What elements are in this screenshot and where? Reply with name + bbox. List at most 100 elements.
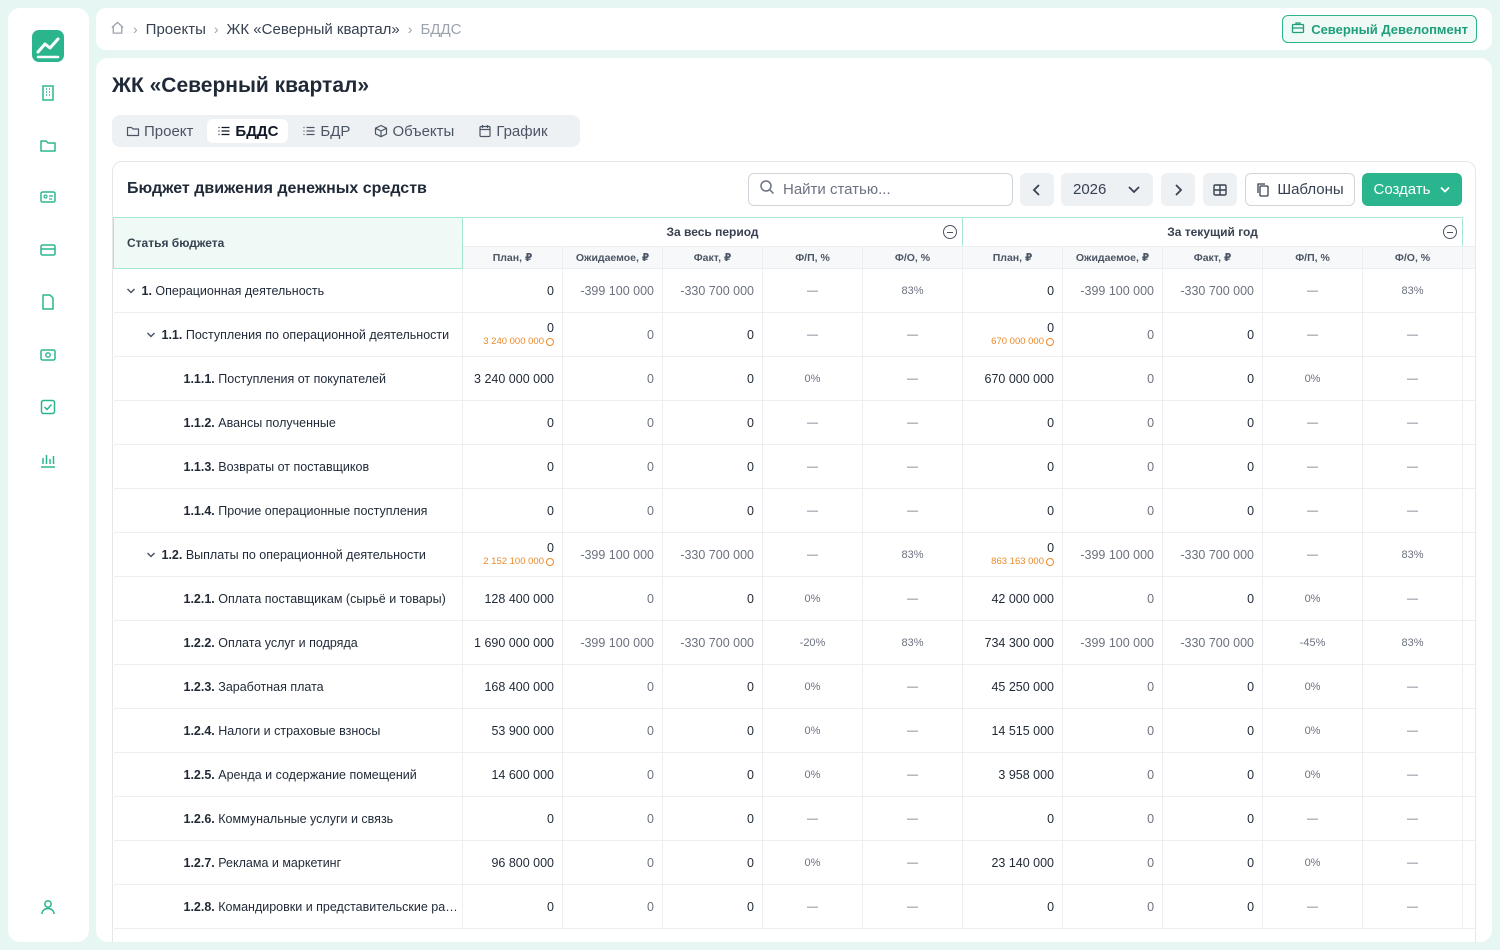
cell-amount[interactable]: 0	[1062, 708, 1164, 753]
chevron-down-icon[interactable]	[126, 286, 142, 298]
row-article[interactable]: 1.2.8. Командировки и представительские …	[113, 884, 463, 929]
cell-amount[interactable]: 0	[662, 884, 763, 929]
cell-amount[interactable]: 23 140 000	[962, 840, 1064, 885]
cell-percent[interactable]: 0%	[1262, 752, 1364, 797]
cell-amount[interactable]: 0	[662, 840, 763, 885]
cell-amount[interactable]: 0	[1162, 752, 1264, 797]
cell-percent[interactable]: —	[862, 664, 964, 709]
cell-amount[interactable]: 0	[1062, 752, 1164, 797]
cell-amount[interactable]: 0	[562, 752, 663, 797]
cell-percent[interactable]: —	[762, 532, 863, 577]
cell-amount[interactable]: 0	[662, 312, 763, 357]
cell-amount[interactable]: 0	[562, 664, 663, 709]
cell-amount[interactable]: 0	[662, 576, 763, 621]
cell-amount[interactable]: 0	[962, 488, 1064, 533]
cell-amount[interactable]: 3 240 000 000	[462, 356, 563, 401]
cell-amount[interactable]: 0	[1162, 840, 1264, 885]
cell-amount[interactable]: 0	[1162, 576, 1264, 621]
prev-year-button[interactable]	[1020, 173, 1054, 206]
cell-amount[interactable]: 45 250 000	[962, 664, 1064, 709]
cell-amount[interactable]: 14 515 000	[962, 708, 1064, 753]
cell-amount[interactable]: 0	[562, 400, 663, 445]
cell-amount[interactable]: 0	[562, 444, 663, 489]
cell-percent[interactable]: —	[762, 796, 863, 841]
cell-percent[interactable]: —	[862, 488, 964, 533]
cell-amount[interactable]: 0	[1162, 444, 1264, 489]
table-row[interactable]: 1.2.3. Заработная плата 168 400 000 0 0 0% —4…	[113, 664, 1475, 709]
cell-amount[interactable]: 0	[1062, 312, 1164, 357]
cell-percent[interactable]: 0%	[762, 664, 863, 709]
cell-percent[interactable]: —	[862, 708, 964, 753]
cell-amount[interactable]: 0	[1062, 796, 1164, 841]
cell-percent[interactable]: —	[1362, 356, 1464, 401]
cell-percent[interactable]: 83%	[1362, 620, 1464, 665]
row-article[interactable]: 1.2.7. Реклама и маркетинг	[113, 840, 463, 885]
id-card-icon[interactable]	[39, 188, 57, 206]
cell-percent[interactable]: —	[862, 796, 964, 841]
cell-percent[interactable]: 0%	[762, 708, 863, 753]
cell-percent[interactable]: —	[1362, 752, 1464, 797]
row-article[interactable]: 1.1.2. Авансы полученные	[113, 400, 463, 445]
cell-percent[interactable]: —	[1262, 532, 1364, 577]
tab-project[interactable]: Проект	[116, 119, 203, 143]
cell-percent[interactable]: —	[1362, 312, 1464, 357]
table-row[interactable]: 1. Операционная деятельность 0 -399 100 00…	[113, 268, 1475, 313]
cell-amount[interactable]: 0	[962, 268, 1064, 313]
cell-amount[interactable]: 0	[1162, 708, 1264, 753]
cell-percent[interactable]: —	[1362, 488, 1464, 533]
table-row[interactable]: 1.2.6. Коммунальные услуги и связь 0 0 0— —0…	[113, 796, 1475, 841]
bar-chart-icon[interactable]	[39, 451, 57, 469]
banknote-icon[interactable]	[39, 346, 57, 364]
templates-button[interactable]: Шаблоны	[1245, 173, 1355, 206]
create-button[interactable]: Создать	[1362, 173, 1462, 206]
cell-amount[interactable]: 0	[562, 312, 663, 357]
cell-percent[interactable]: 0%	[1262, 576, 1364, 621]
cell-amount[interactable]: 0	[462, 268, 563, 313]
cell-percent[interactable]: —	[862, 752, 964, 797]
chevron-down-icon[interactable]	[146, 550, 162, 562]
breadcrumb-project[interactable]: ЖК «Северный квартал»	[227, 21, 400, 38]
row-article[interactable]: 1. Операционная деятельность	[113, 268, 463, 313]
cell-amount[interactable]: 0	[1062, 356, 1164, 401]
year-select[interactable]: 2026	[1061, 173, 1153, 206]
cell-amount[interactable]: 0	[462, 884, 563, 929]
cell-amount[interactable]: 0	[1062, 400, 1164, 445]
table-row[interactable]: 1.2.4. Налоги и страховые взносы 53 900 0…	[113, 708, 1475, 753]
next-year-button[interactable]	[1161, 173, 1195, 206]
row-article[interactable]: 1.1. Поступления по операционной деятель…	[113, 312, 463, 357]
cell-amount[interactable]: 0	[562, 884, 663, 929]
row-article[interactable]: 1.2. Выплаты по операционной деятельност…	[113, 532, 463, 577]
cell-amount[interactable]: 0	[562, 488, 663, 533]
cell-percent[interactable]: —	[762, 268, 863, 313]
app-logo-icon[interactable]	[32, 30, 64, 62]
cell-percent[interactable]: 0%	[762, 356, 863, 401]
cell-percent[interactable]: 83%	[862, 532, 964, 577]
cell-percent[interactable]: —	[862, 840, 964, 885]
cell-amount[interactable]: 0	[662, 752, 763, 797]
cell-amount[interactable]: 0	[1162, 884, 1264, 929]
cell-percent[interactable]: —	[862, 444, 964, 489]
cell-percent[interactable]: —	[1262, 488, 1364, 533]
folder-icon[interactable]	[39, 136, 57, 154]
credit-card-icon[interactable]	[39, 241, 57, 259]
cell-amount[interactable]: 0	[662, 796, 763, 841]
cell-amount[interactable]: 0	[462, 444, 563, 489]
cell-amount[interactable]: 734 300 000	[962, 620, 1064, 665]
cell-amount[interactable]: 168 400 000	[462, 664, 563, 709]
cell-amount[interactable]: 0	[662, 400, 763, 445]
cell-percent[interactable]: 0%	[762, 840, 863, 885]
cell-amount[interactable]: 0	[1062, 840, 1164, 885]
cell-amount[interactable]: -399 100 000	[562, 620, 663, 665]
cell-amount[interactable]: -399 100 000	[1062, 532, 1164, 577]
cell-percent[interactable]: 0%	[762, 752, 863, 797]
cell-amount[interactable]: 128 400 000	[462, 576, 563, 621]
cell-amount[interactable]: 0 670 000 000	[962, 312, 1064, 357]
cell-amount[interactable]: 3 958 000	[962, 752, 1064, 797]
cell-amount[interactable]: 0	[562, 708, 663, 753]
cell-amount[interactable]: 0	[962, 400, 1064, 445]
cell-amount[interactable]: 42 000 000	[962, 576, 1064, 621]
tab-bdr[interactable]: БДР	[292, 119, 360, 143]
cell-amount[interactable]: 0	[1062, 488, 1164, 533]
cell-percent[interactable]: 83%	[1362, 532, 1464, 577]
row-article[interactable]: 1.2.2. Оплата услуг и подряда	[113, 620, 463, 665]
